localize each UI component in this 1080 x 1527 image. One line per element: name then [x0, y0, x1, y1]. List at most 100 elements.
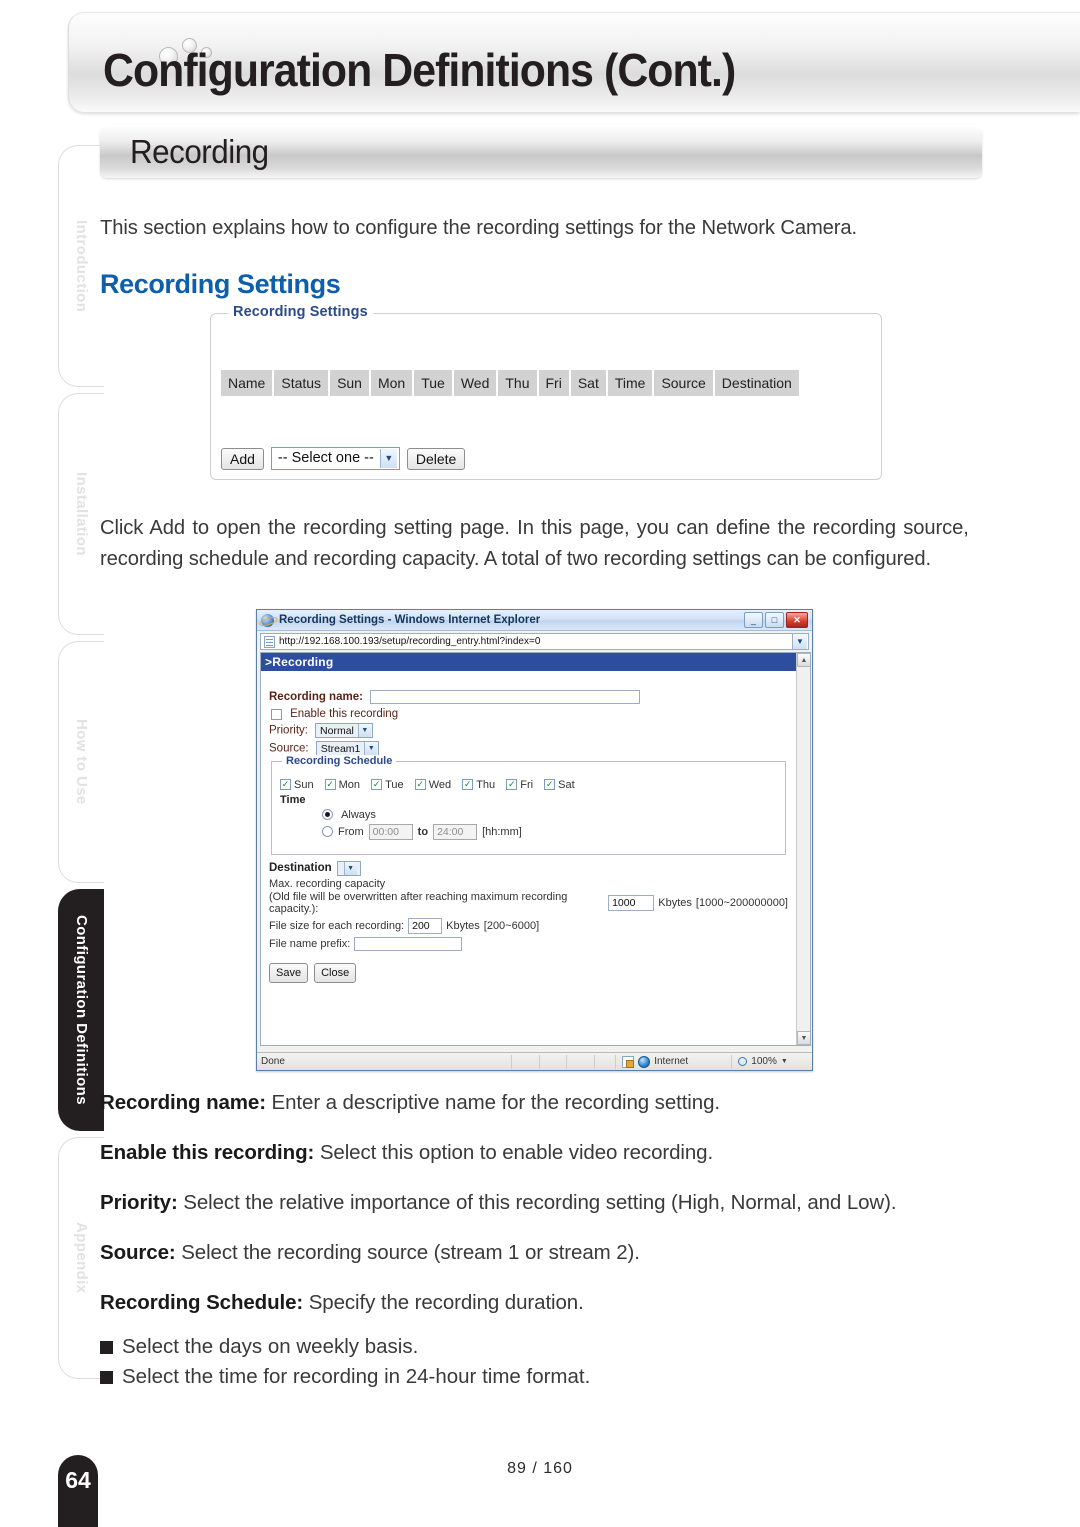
zoom-level-control[interactable]: 100% ▼	[731, 1054, 808, 1069]
checkbox-icon[interactable]: ✓	[544, 779, 556, 790]
checkbox-icon[interactable]: ✓	[324, 779, 336, 790]
table-column-header: Fri	[538, 370, 569, 396]
sidebar-tab-rail: Introduction Installation How to Use Con…	[58, 145, 104, 1385]
status-text: Done	[261, 1056, 285, 1067]
sidebar-item-configuration-definitions[interactable]: Configuration Definitions	[58, 889, 104, 1131]
table-column-header: Sun	[330, 370, 369, 396]
table-column-header: Name	[221, 370, 273, 396]
scroll-down-arrow-icon[interactable]: ▼	[797, 1031, 810, 1045]
security-zone-indicator[interactable]: Internet	[615, 1054, 731, 1069]
definition-term: Priority:	[100, 1191, 178, 1214]
definition-recording-schedule: Recording Schedule: Specify the recordin…	[100, 1288, 990, 1318]
priority-label: Priority:	[269, 724, 308, 737]
day-checkbox-mon[interactable]: ✓ Mon	[324, 779, 360, 791]
file-size-input[interactable]: 200	[408, 917, 443, 934]
close-form-button[interactable]: Close	[314, 962, 357, 983]
always-label: Always	[341, 808, 376, 821]
enable-recording-checkbox[interactable]	[271, 708, 282, 720]
table-column-header: Source	[654, 370, 713, 396]
max-capacity-row: (Old file will be overwritten after reac…	[269, 891, 788, 915]
page-banner-heading: >Recording	[261, 653, 796, 671]
day-checkbox-sat[interactable]: ✓ Sat	[544, 779, 575, 791]
recording-name-input[interactable]	[370, 690, 640, 704]
file-prefix-row: File name prefix:	[269, 936, 788, 951]
chevron-down-icon: ▼	[364, 742, 378, 755]
table-column-header: Tue	[414, 370, 452, 396]
day-checkbox-sun[interactable]: ✓ Sun	[280, 779, 314, 791]
delete-button[interactable]: Delete	[406, 447, 466, 470]
page-counter: 89 / 160	[507, 1460, 573, 1477]
sidebar-item-installation[interactable]: Installation	[58, 393, 104, 635]
page-title: Configuration Definitions (Cont.)	[103, 44, 736, 96]
time-from-row[interactable]: From 00:00 to 24:00 [hh:mm]	[322, 823, 777, 840]
day-checkbox-wed[interactable]: ✓ Wed	[414, 778, 452, 791]
status-cell	[511, 1054, 539, 1069]
definition-desc: Enter a descriptive name for the recordi…	[265, 1091, 721, 1114]
priority-dropdown[interactable]: Normal ▼	[315, 723, 373, 738]
checkbox-icon[interactable]: ✓	[371, 779, 383, 790]
status-zone-label: Internet	[654, 1056, 689, 1067]
recording-name-label: Recording name:	[269, 690, 363, 703]
minimize-button[interactable]: _	[744, 612, 763, 628]
destination-dropdown[interactable]: ▼	[336, 860, 361, 876]
checkbox-icon[interactable]: ✓	[280, 779, 291, 790]
sidebar-item-how-to-use[interactable]: How to Use	[58, 641, 104, 883]
checkbox-icon[interactable]: ✓	[462, 779, 474, 790]
recording-select-dropdown[interactable]: -- Select one -- ▼	[270, 447, 400, 470]
time-always-row[interactable]: Always	[322, 809, 777, 821]
square-bullet-icon	[100, 1341, 113, 1354]
bullet-item: Select the time for recording in 24-hour…	[100, 1362, 990, 1392]
chevron-down-icon[interactable]: ▼	[781, 1058, 788, 1065]
definition-term: Recording name:	[100, 1091, 266, 1114]
file-prefix-input[interactable]	[354, 936, 463, 951]
click-add-paragraph: Click Add to open the recording setting …	[100, 516, 969, 570]
checkbox-icon[interactable]: ✓	[414, 779, 426, 790]
always-radio[interactable]	[322, 809, 333, 821]
max-capacity-range: [1000~200000000]	[695, 896, 788, 909]
from-radio[interactable]	[322, 826, 333, 837]
sidebar-item-label: Appendix	[73, 1222, 90, 1294]
recording-name-row: Recording name:	[269, 690, 788, 704]
from-label: From	[338, 825, 364, 838]
vertical-scrollbar[interactable]: ▲ ▼	[796, 653, 810, 1045]
intro-paragraph: This section explains how to configure t…	[100, 216, 858, 239]
definition-term: Enable this recording:	[100, 1141, 315, 1164]
table-column-header: Destination	[714, 370, 799, 396]
sidebar-item-introduction[interactable]: Introduction	[58, 145, 104, 387]
chevron-down-icon[interactable]: ▼	[792, 634, 807, 649]
file-prefix-label: File name prefix:	[269, 937, 351, 950]
priority-row: Priority: Normal ▼	[269, 723, 788, 738]
overwrite-note: (Old file will be overwritten after reac…	[269, 890, 568, 915]
page-icon	[264, 635, 275, 648]
day-label: Wed	[428, 778, 452, 791]
source-dropdown[interactable]: Stream1 ▼	[315, 741, 380, 756]
sidebar-item-label: How to Use	[73, 719, 90, 805]
enable-recording-row: Enable this recording	[271, 708, 788, 720]
from-time-input[interactable]: 00:00	[368, 823, 413, 840]
destination-label: Destination	[269, 862, 332, 874]
square-bullet-icon	[100, 1371, 113, 1384]
scroll-up-arrow-icon[interactable]: ▲	[797, 653, 810, 667]
max-capacity-label: Max. recording capacity	[269, 877, 386, 890]
day-checkbox-thu[interactable]: ✓ Thu	[462, 779, 495, 791]
add-button[interactable]: Add	[221, 447, 264, 470]
table-column-header: Thu	[498, 370, 537, 396]
day-label: Thu	[476, 778, 496, 791]
address-bar[interactable]: http://192.168.100.193/setup/recording_e…	[260, 633, 809, 650]
bullet-text: Select the days on weekly basis.	[122, 1335, 419, 1358]
to-time-input[interactable]: 24:00	[433, 823, 478, 840]
day-checkbox-tue[interactable]: ✓ Tue	[371, 779, 404, 791]
sidebar-item-appendix[interactable]: Appendix	[58, 1137, 104, 1379]
save-button[interactable]: Save	[269, 962, 309, 983]
max-capacity-input[interactable]: 1000	[608, 894, 655, 911]
checkbox-icon[interactable]: ✓	[506, 779, 518, 790]
close-button[interactable]: ✕	[786, 612, 808, 628]
browser-status-bar: Done Internet 100% ▼	[257, 1052, 812, 1070]
restore-button[interactable]: □	[765, 612, 784, 628]
radio-selected-dot-icon	[325, 812, 330, 818]
source-row: Source: Stream1 ▼	[269, 741, 788, 756]
table-column-header: Time	[607, 370, 653, 396]
day-checkbox-fri[interactable]: ✓ Fri	[506, 779, 533, 791]
globe-icon	[638, 1055, 651, 1068]
address-bar-url: http://192.168.100.193/setup/recording_e…	[279, 636, 541, 647]
